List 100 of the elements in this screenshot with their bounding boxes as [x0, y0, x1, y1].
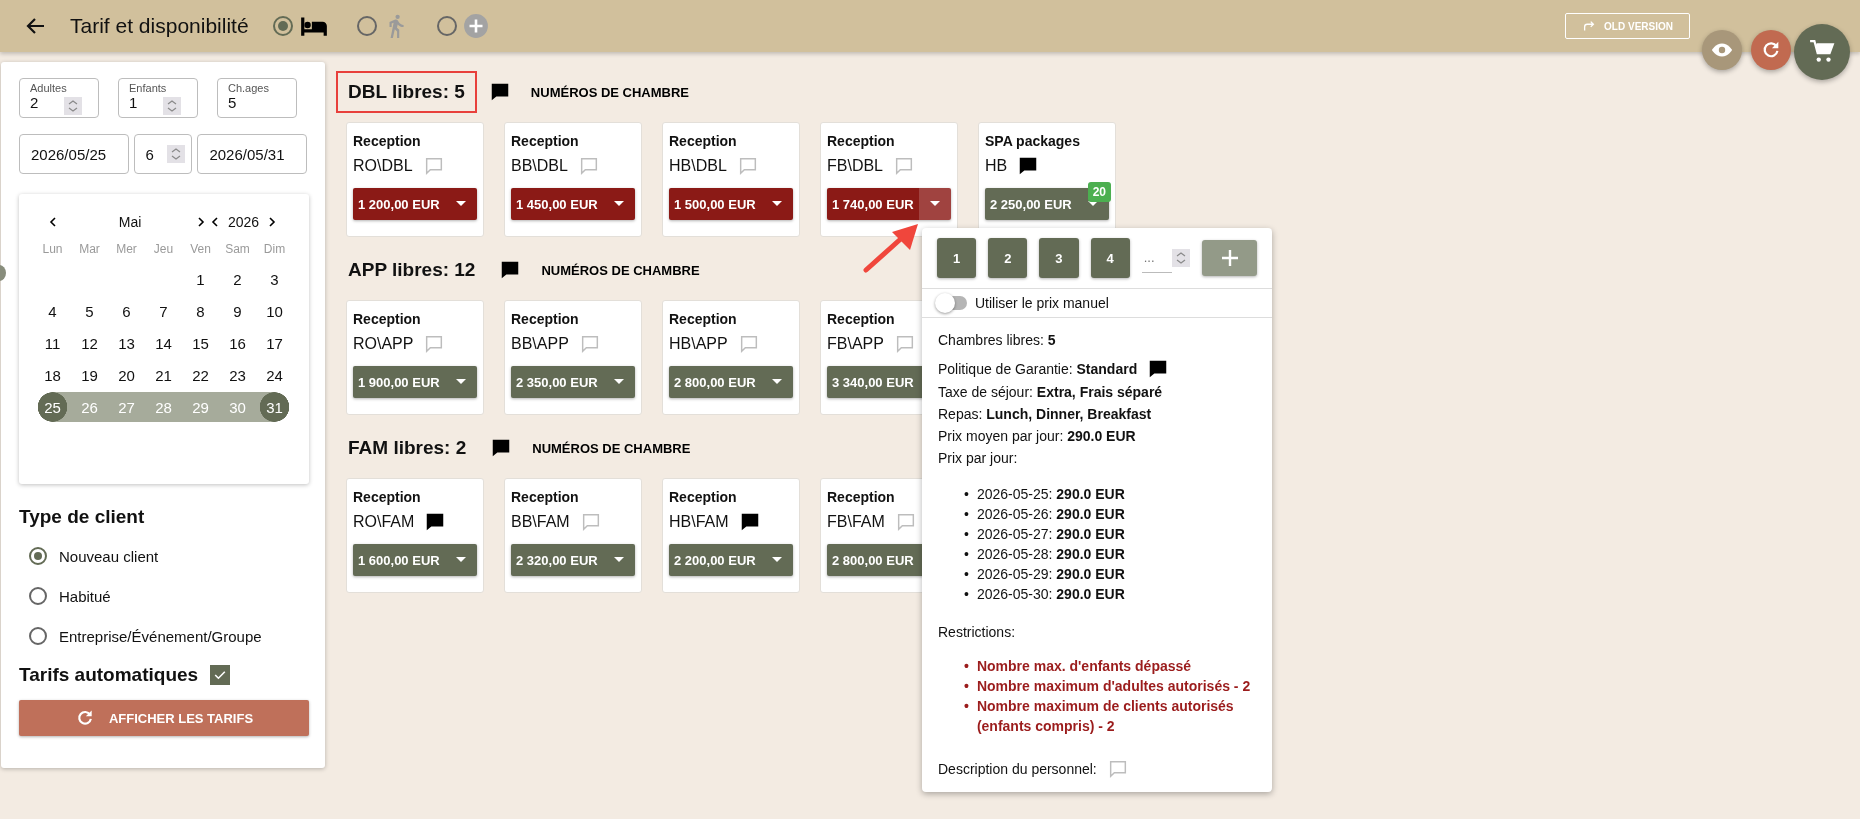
mode-radio[interactable]	[436, 16, 457, 36]
price-button[interactable]: 2 800,00 EUR	[669, 366, 793, 398]
day-cell[interactable]: 19	[71, 360, 108, 390]
chevron-left-icon	[48, 217, 58, 227]
radio-button[interactable]	[29, 627, 47, 645]
spinner-icon[interactable]	[64, 97, 82, 115]
mode-radio[interactable]	[272, 16, 293, 36]
price-button[interactable]: 2 200,00 EUR	[669, 544, 793, 576]
price-button[interactable]: 1 450,00 EUR	[511, 188, 635, 220]
radio-label: Nouveau client	[59, 547, 159, 565]
price-button[interactable]: 2 320,00 EUR	[511, 544, 635, 576]
channel-label: Reception	[827, 133, 896, 149]
quantity-button[interactable]: 2	[988, 238, 1028, 278]
toggle-switch[interactable]	[937, 296, 967, 310]
availability-title: APP libres: 12	[347, 258, 477, 282]
availability-title: DBL libres: 5	[336, 71, 477, 113]
caret-icon	[772, 557, 782, 563]
caret-icon	[772, 201, 782, 207]
rate-code: RO\DBL	[353, 157, 413, 175]
day-cell[interactable]: 13	[108, 328, 145, 358]
room-numbers-button[interactable]: NUMÉROS DE CHAMBRE	[522, 80, 698, 104]
end-date-field[interactable]: 2026/05/31	[197, 134, 307, 174]
channel-label: Reception	[353, 311, 422, 327]
quantity-button[interactable]: 3	[1039, 238, 1079, 278]
quantity-field[interactable]: ...	[1141, 243, 1172, 273]
quantity-button[interactable]: 4	[1090, 238, 1130, 278]
year-label: 2026	[228, 214, 260, 230]
day-cell[interactable]: 17	[256, 328, 293, 358]
day-cell[interactable]: 11	[34, 328, 71, 358]
day-cell[interactable]: 18	[34, 360, 71, 390]
day-cell[interactable]: 7	[145, 296, 182, 326]
room-numbers-button[interactable]: NUMÉROS DE CHAMBRE	[533, 258, 708, 282]
channel-label: Reception	[669, 489, 738, 505]
day-cell[interactable]: 12	[71, 328, 108, 358]
price-button[interactable]: 1 600,00 EUR	[353, 544, 477, 576]
channel-label: Reception	[827, 311, 896, 327]
bullet: •	[964, 585, 969, 604]
price-button[interactable]: 1 500,00 EUR	[669, 188, 793, 220]
day-cell[interactable]: 3	[256, 264, 293, 294]
spinner-icon[interactable]	[166, 145, 185, 163]
day-cell[interactable]: 21	[145, 360, 182, 390]
rate-code: HB\DBL	[669, 157, 727, 175]
channel-label: Reception	[353, 133, 422, 149]
day-cell[interactable]: 16	[219, 328, 256, 358]
caret-icon	[614, 379, 624, 385]
number-field[interactable]: Enfants 1	[118, 78, 198, 118]
day-cell[interactable]: 1	[182, 264, 219, 294]
number-field[interactable]: Ch.ages 5	[217, 78, 297, 118]
refresh-button[interactable]	[1751, 30, 1791, 70]
day-cell[interactable]: 15	[182, 328, 219, 358]
detail-text: Restrictions:	[938, 623, 1017, 642]
restriction-text: Nombre maximum de clients autorisés (enfants compris) - 2	[976, 697, 1235, 736]
plus-icon	[1219, 248, 1240, 268]
day-cell[interactable]: 24	[256, 360, 293, 390]
restriction-text: Nombre max. d'enfants dépassé	[976, 657, 1192, 676]
detail-text: Prix moyen par jour: 290.0 EUR	[938, 428, 1136, 444]
weekday-label: Mer	[115, 242, 138, 256]
radio-button[interactable]	[29, 547, 47, 565]
number-field[interactable]: Adultes 2	[19, 78, 99, 118]
show-rates-button[interactable]: AFFICHER LES TARIFS	[19, 700, 309, 736]
day-cell[interactable]: 10	[256, 296, 293, 326]
day-cell[interactable]: 4	[34, 296, 71, 326]
preview-button[interactable]	[1702, 30, 1742, 70]
quantity-button[interactable]: 1	[937, 238, 977, 278]
channel-label: Reception	[353, 489, 422, 505]
day-cell[interactable]: 6	[108, 296, 145, 326]
bed-icon	[298, 15, 329, 37]
detail-text: Chambres libres: 5	[938, 332, 1056, 348]
price-button[interactable]: 2 350,00 EUR	[511, 366, 635, 398]
room-numbers-button[interactable]: NUMÉROS DE CHAMBRE	[524, 436, 699, 460]
day-cell[interactable]: 14	[145, 328, 182, 358]
price-button[interactable]: 1 200,00 EUR	[353, 188, 477, 220]
start-date-field[interactable]: 2026/05/25	[19, 134, 129, 174]
checkbox[interactable]	[210, 665, 231, 685]
day-cell[interactable]: 20	[108, 360, 145, 390]
spinner-icon[interactable]	[1171, 249, 1190, 267]
radio-button[interactable]	[29, 587, 47, 605]
mode-radio[interactable]	[356, 16, 377, 36]
day-cell[interactable]: 8	[182, 296, 219, 326]
rate-code: BB\FAM	[511, 513, 570, 531]
nights-field[interactable]: 6	[133, 134, 193, 174]
rate-code: BB\DBL	[511, 157, 568, 175]
spinner-icon[interactable]	[163, 97, 181, 115]
rate-code: RO\APP	[353, 335, 414, 353]
day-cell[interactable]: 22	[182, 360, 219, 390]
day-cell[interactable]: 2	[219, 264, 256, 294]
day-cell[interactable]: 9	[219, 296, 256, 326]
cart-button[interactable]	[1794, 24, 1850, 80]
caret-icon	[614, 557, 624, 563]
redo-arrow-icon	[1582, 19, 1597, 33]
bullet: •	[964, 485, 969, 504]
price-button[interactable]: 1 900,00 EUR	[353, 366, 477, 398]
channel-label: Reception	[669, 133, 738, 149]
price-button[interactable]: 1 740,00 EUR	[827, 188, 951, 220]
day-cell[interactable]: 23	[219, 360, 256, 390]
weekday-label: Dim	[262, 242, 287, 256]
caret-icon	[930, 201, 940, 207]
day-cell[interactable]: 5	[71, 296, 108, 326]
toggle-label: Utiliser le prix manuel	[975, 295, 1109, 311]
restriction-text: Nombre maximum d'adultes autorisés - 2	[976, 677, 1251, 696]
